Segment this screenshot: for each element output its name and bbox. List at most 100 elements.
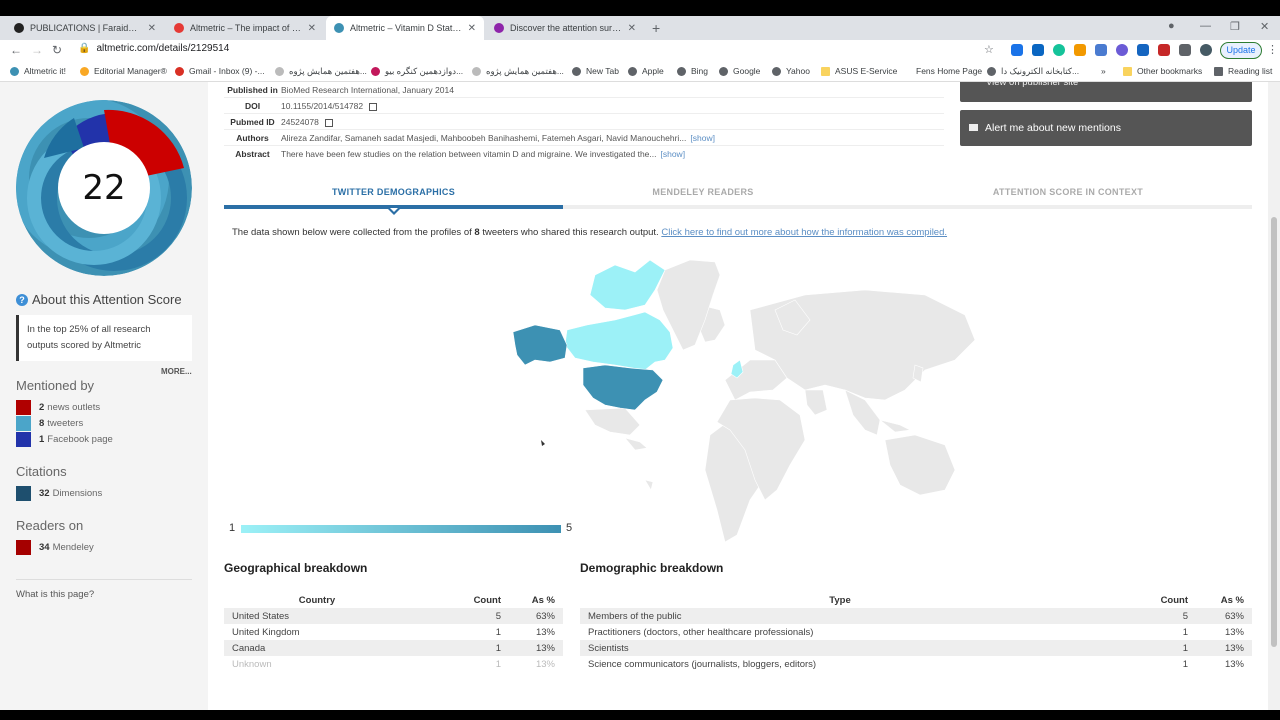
- pubmed-link[interactable]: 24524078: [281, 117, 319, 127]
- altmetric-favicon-icon: [174, 23, 184, 33]
- back-icon[interactable]: ←: [10, 43, 22, 57]
- close-icon[interactable]: ✕: [628, 23, 636, 34]
- altmetric-favicon-icon: [494, 23, 504, 33]
- browser-tab-title: Altmetric – Vitamin D Status in M: [350, 23, 462, 33]
- legend-min: 1: [229, 522, 236, 534]
- alert-me-button[interactable]: Alert me about new mentions: [960, 110, 1252, 146]
- menu-icon[interactable]: ⋮: [1267, 43, 1278, 56]
- bookmarks-bar: Altmetric it! Editorial Manager® Gmail -…: [0, 62, 1280, 82]
- doi-link[interactable]: 10.1155/2014/514782: [281, 101, 363, 111]
- minimize-icon[interactable]: —: [1200, 20, 1211, 32]
- bookmark-item[interactable]: Yahoo: [772, 66, 810, 76]
- browser-tab-title: Altmetric – The impact of Corona: [190, 23, 302, 33]
- close-icon[interactable]: ✕: [468, 23, 476, 34]
- bookmark-item[interactable]: Altmetric it!: [10, 66, 66, 76]
- bookmark-item[interactable]: کتابخانه الکترونیک دا...: [987, 66, 1079, 77]
- translate-icon[interactable]: [1095, 44, 1107, 56]
- scrollbar-thumb[interactable]: [1271, 217, 1277, 647]
- about-attention-score[interactable]: ? About this Attention Score: [16, 292, 182, 307]
- close-icon[interactable]: ✕: [148, 23, 156, 34]
- page-content: 22 ? About this Attention Score In the t…: [0, 82, 1280, 710]
- world-map: [512, 259, 976, 543]
- news-swatch-icon: [16, 400, 31, 415]
- bookmark-item[interactable]: New Tab: [572, 66, 619, 76]
- what-is-this-page-link[interactable]: What is this page?: [16, 589, 94, 600]
- linkedin-icon[interactable]: [1032, 44, 1044, 56]
- bookmark-item[interactable]: Gmail - Inbox (9) -...: [175, 66, 265, 76]
- restore-icon[interactable]: ❐: [1230, 20, 1240, 33]
- bookmark-item[interactable]: Google: [719, 66, 760, 76]
- bookmark-item[interactable]: Bing: [677, 66, 708, 76]
- bookmark-item[interactable]: Editorial Manager®: [80, 66, 167, 76]
- url-text: altmetric.com/details/2129514: [96, 43, 230, 54]
- geo-header-count: Count: [473, 594, 501, 606]
- reload-icon[interactable]: ↻: [52, 43, 62, 57]
- dimensions-swatch-icon: [16, 486, 31, 501]
- browser-tab-strip: PUBLICATIONS | Faraidoonhaghc ✕ Altmetri…: [0, 16, 1280, 40]
- detail-authors: Authors Alireza Zandifar, Samaneh sadat M…: [224, 130, 944, 146]
- bookmark-item[interactable]: Fens Home Page: [916, 66, 982, 76]
- extension-icon[interactable]: [1116, 44, 1128, 56]
- puzzle-icon[interactable]: [1179, 44, 1191, 56]
- bookmark-item[interactable]: ASUS E-Service: [821, 66, 897, 76]
- extension-icon[interactable]: [1011, 44, 1023, 56]
- detail-doi: DOI 10.1155/2014/514782: [224, 98, 944, 114]
- facebook-swatch-icon: [16, 432, 31, 447]
- star-icon[interactable]: ☆: [984, 43, 994, 56]
- pdf-icon[interactable]: [1158, 44, 1170, 56]
- readers-mendeley[interactable]: 34 Mendeley: [16, 540, 94, 555]
- grammarly-icon[interactable]: [1053, 44, 1065, 56]
- citations-heading: Citations: [16, 464, 67, 479]
- show-abstract-link[interactable]: [show]: [660, 149, 685, 159]
- show-authors-link[interactable]: [show]: [690, 133, 715, 143]
- browser-tab[interactable]: Discover the attention surroundi ✕: [486, 16, 644, 40]
- map-legend-bar: [241, 525, 561, 533]
- demo-header-type: Type: [829, 594, 851, 606]
- table-row: Members of the public 5 63%: [580, 608, 1252, 624]
- mention-news[interactable]: 2 news outlets: [16, 400, 100, 415]
- map-region-canada-north: [589, 259, 666, 311]
- mention-tweeters[interactable]: 8 tweeters: [16, 416, 83, 431]
- more-link[interactable]: MORE...: [161, 367, 192, 376]
- mention-facebook[interactable]: 1 Facebook page: [16, 432, 113, 447]
- extension-icon[interactable]: [1074, 44, 1086, 56]
- avatar[interactable]: [1200, 44, 1212, 56]
- page-scrollbar[interactable]: [1268, 82, 1280, 710]
- browser-tab-active[interactable]: Altmetric – Vitamin D Status in M ✕: [326, 16, 484, 40]
- close-icon[interactable]: ✕: [308, 23, 316, 34]
- extension-icon[interactable]: [1137, 44, 1149, 56]
- bookmark-folder[interactable]: Other bookmarks: [1123, 66, 1202, 76]
- bookmark-item[interactable]: دوازدهمین کنگره بیو...: [371, 66, 463, 77]
- bookmark-item[interactable]: هفتمین همایش پژوه...: [275, 66, 367, 77]
- demo-header-count: Count: [1160, 594, 1188, 606]
- map-region-usa: [582, 364, 664, 411]
- external-link-icon[interactable]: [324, 118, 333, 127]
- forward-icon[interactable]: →: [31, 43, 43, 57]
- close-window-icon[interactable]: ✕: [1260, 20, 1269, 33]
- alert-label: Alert me about new mentions: [985, 122, 1121, 134]
- new-tab-icon[interactable]: +: [652, 20, 660, 36]
- demo-table: Type Count As % Members of the public 5 63…: [580, 592, 1252, 672]
- reading-list[interactable]: Reading list: [1214, 66, 1272, 76]
- geo-header-country: Country: [298, 594, 336, 606]
- info-compiled-link[interactable]: Click here to find out more about how th…: [661, 227, 947, 238]
- bookmark-item[interactable]: Apple: [628, 66, 664, 76]
- browser-tab[interactable]: Altmetric – The impact of Corona ✕: [166, 16, 324, 40]
- tab-search-icon[interactable]: ●: [1168, 20, 1175, 32]
- wix-favicon-icon: [14, 23, 24, 33]
- detail-published: Published in BioMed Research Internationa…: [224, 82, 944, 98]
- update-button[interactable]: Update: [1220, 42, 1262, 59]
- bookmarks-overflow-icon[interactable]: »: [1101, 66, 1106, 76]
- geo-table: Country Count As % United States 5 63% Uni…: [224, 592, 563, 672]
- external-link-icon[interactable]: [369, 102, 378, 111]
- address-bar[interactable]: 🔒 altmetric.com/details/2129514: [78, 43, 229, 54]
- table-row: Unknown 1 13%: [232, 658, 555, 670]
- table-row: Scientists 1 13%: [580, 640, 1252, 656]
- browser-tab[interactable]: PUBLICATIONS | Faraidoonhaghc ✕: [6, 16, 164, 40]
- question-icon: ?: [16, 293, 28, 306]
- map-dot: [541, 440, 545, 446]
- map-region-canada: [564, 311, 674, 371]
- view-on-publisher-button[interactable]: View on publisher site: [960, 82, 1252, 102]
- citations-dimensions[interactable]: 32 Dimensions: [16, 486, 102, 501]
- bookmark-item[interactable]: هفتمین همایش پژوه...: [472, 66, 564, 77]
